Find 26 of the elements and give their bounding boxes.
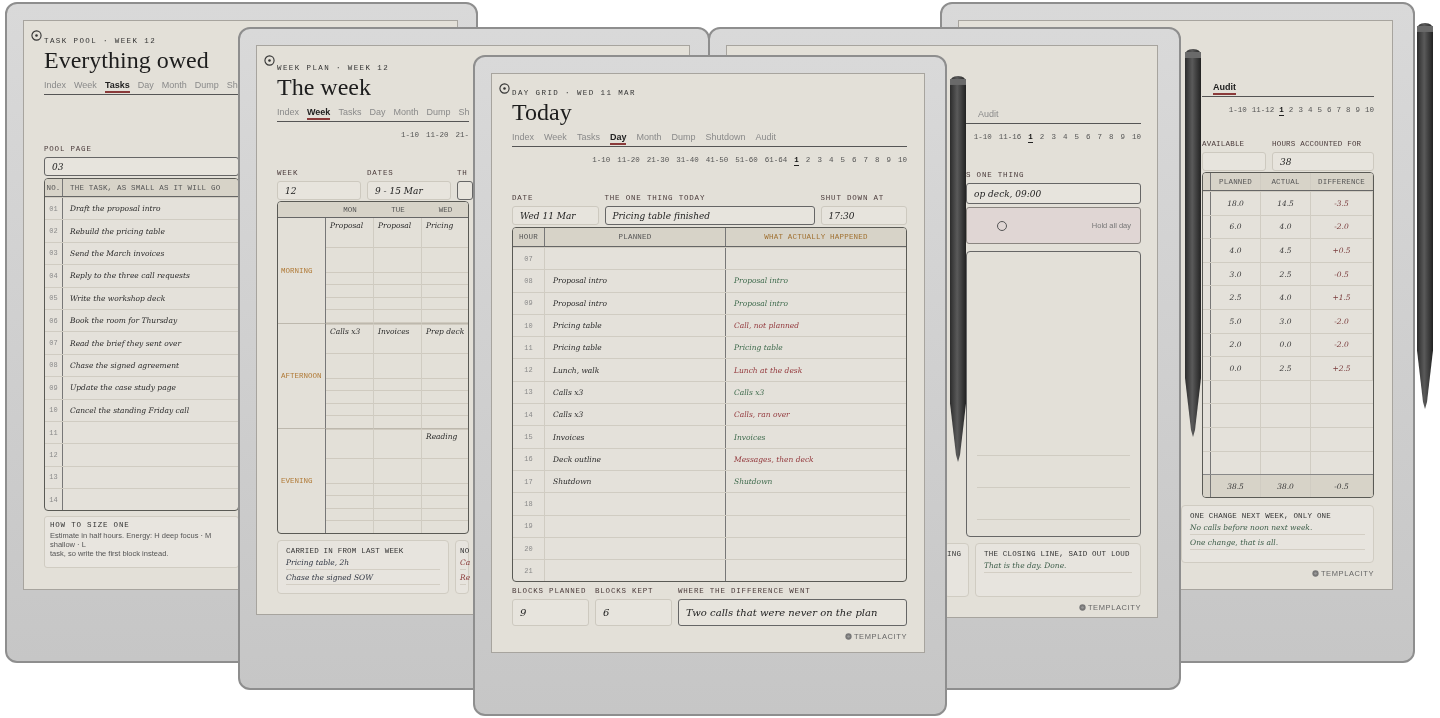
logo-icon: [1311, 570, 1319, 578]
menu-icon[interactable]: [264, 55, 275, 66]
input-field[interactable]: 12: [277, 181, 361, 200]
input-field[interactable]: Pricing table finished: [604, 206, 815, 225]
input-field[interactable]: 38: [1272, 152, 1374, 171]
menu-icon[interactable]: [31, 30, 42, 41]
nav-tab[interactable]: Tasks: [104, 79, 130, 93]
page-title: The week: [277, 73, 371, 101]
input-field[interactable]: Two calls that were never on the plan: [678, 599, 907, 627]
input-field[interactable]: [457, 181, 473, 200]
logo-icon: [1078, 604, 1086, 611]
page-title: Today: [512, 98, 572, 126]
logo-icon: [844, 633, 852, 641]
header-cell: [278, 202, 326, 218]
input-field[interactable]: Wed 11 Mar: [512, 206, 599, 225]
input-field[interactable]: 6: [595, 599, 672, 627]
page-title: Everything owed: [44, 46, 209, 74]
nav-tab[interactable]: Day: [609, 131, 627, 145]
nav-tab[interactable]: Week: [307, 106, 331, 120]
input-field[interactable]: 03: [44, 157, 239, 176]
input-field[interactable]: 9 - 15 Mar: [367, 181, 451, 200]
input-field[interactable]: op deck, 09:00: [966, 183, 1141, 204]
menu-icon[interactable]: [499, 83, 510, 94]
nav-tab[interactable]: Audit: [1213, 81, 1236, 95]
input-field[interactable]: 9: [512, 599, 589, 627]
input-field[interactable]: 17:30: [820, 206, 907, 225]
